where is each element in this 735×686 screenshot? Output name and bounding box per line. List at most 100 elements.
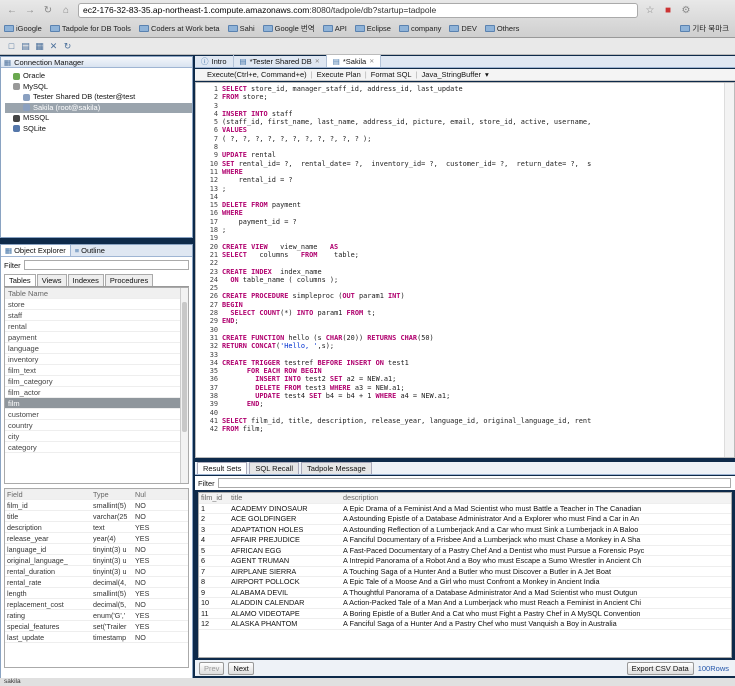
toolbar-action[interactable]: Format SQL: [369, 70, 414, 79]
table-list-item[interactable]: inventory: [5, 354, 188, 365]
result-row[interactable]: 5 AFRICAN EGG A Fast-Paced Documentary of …: [199, 546, 731, 556]
field-row[interactable]: length smallint(5) YES: [5, 588, 188, 599]
field-row[interactable]: original_language_ tinyint(3) u YES: [5, 555, 188, 566]
toolbar-action[interactable]: Execute Plan: [315, 70, 363, 79]
export-csv-button[interactable]: Export CSV Data: [626, 661, 694, 675]
tab-object-explorer[interactable]: ▦ Object Explorer: [1, 245, 71, 256]
layout-icon[interactable]: ▤: [20, 41, 31, 52]
url-path: :8080/tadpole/db?startup=tadpole: [309, 5, 437, 15]
result-tab[interactable]: Tadpole Message: [301, 462, 372, 474]
bookmark-item[interactable]: Tadpole for DB Tools: [49, 24, 131, 33]
chevron-down-icon[interactable]: ▾: [483, 70, 491, 79]
extension-icon[interactable]: ■: [662, 4, 674, 16]
tab-outline[interactable]: ≡ Outline: [71, 245, 109, 256]
field-row[interactable]: replacement_cost decimal(5, NO: [5, 599, 188, 610]
table-list-item[interactable]: country: [5, 420, 188, 431]
tab-views[interactable]: Views: [36, 274, 67, 286]
bookmark-item[interactable]: Coders at Work beta: [138, 24, 220, 33]
url-bar[interactable]: ec2-176-32-83-35.ap-northeast-1.compute.…: [78, 2, 638, 18]
bookmark-label: Coders at Work beta: [150, 24, 220, 33]
result-tab[interactable]: Result Sets: [197, 462, 248, 474]
close-icon[interactable]: ✕: [48, 41, 59, 52]
field-row[interactable]: description text YES: [5, 522, 188, 533]
table-list-item[interactable]: staff: [5, 310, 188, 321]
connection-tree-item[interactable]: MySQL: [5, 82, 192, 93]
filter-input[interactable]: [23, 260, 189, 270]
table-icon[interactable]: ▦: [34, 41, 45, 52]
table-list-scroll-thumb[interactable]: [182, 302, 187, 432]
tab-indexes[interactable]: Indexes: [67, 274, 104, 286]
home-icon[interactable]: ⌂: [60, 4, 72, 16]
field-row[interactable]: release_year year(4) YES: [5, 533, 188, 544]
field-table-rows: film_id smallint(5) NO title varchar(25 NO des…: [5, 500, 188, 643]
bookmark-item[interactable]: Google 번역: [262, 23, 315, 34]
bookmark-item[interactable]: Eclipse: [354, 24, 391, 33]
editor-tab[interactable]: ▤ *Tester Shared DB ✕: [234, 55, 327, 67]
reload-icon[interactable]: ↻: [42, 4, 54, 16]
connection-tree-item[interactable]: Oracle: [5, 71, 192, 82]
connection-tree-item[interactable]: Sakila (root@sakila): [5, 102, 192, 113]
forward-icon[interactable]: →: [24, 4, 36, 16]
connection-tree-item[interactable]: MSSQL: [5, 113, 192, 124]
result-filter-input[interactable]: [217, 478, 731, 488]
tab-procedures[interactable]: Procedures: [104, 274, 154, 286]
result-row[interactable]: 6 AGENT TRUMAN A Intrepid Panorama of a Ro…: [199, 556, 731, 567]
result-row[interactable]: 1 ACADEMY DINOSAUR A Epic Drama of a Femin…: [199, 504, 731, 514]
string-format-dropdown[interactable]: Java_StringBuffer: [420, 70, 483, 79]
table-list-item[interactable]: store: [5, 299, 188, 310]
connection-tree-item[interactable]: SQLite: [5, 124, 192, 135]
field-row[interactable]: special_features set('Trailer YES: [5, 621, 188, 632]
field-row[interactable]: title varchar(25 NO: [5, 511, 188, 522]
result-row[interactable]: 9 ALABAMA DEVIL A Thoughtful Panorama of a…: [199, 588, 731, 598]
table-list-item[interactable]: film_category: [5, 376, 188, 387]
tab-tables[interactable]: Tables: [4, 274, 36, 286]
table-list-item[interactable]: customer: [5, 409, 188, 420]
wrench-icon[interactable]: ⚙: [680, 4, 692, 16]
result-row[interactable]: 10 ALADDIN CALENDAR A Action-Packed Tale o…: [199, 598, 731, 609]
result-row[interactable]: 7 AIRPLANE SIERRA A Touching Saga of a Hun…: [199, 567, 731, 577]
other-bookmarks[interactable]: 기타 북마크: [680, 23, 729, 34]
result-row[interactable]: 2 ACE GOLDFINGER A Astounding Epistle of a…: [199, 514, 731, 525]
table-list-item[interactable]: film_actor: [5, 387, 188, 398]
field-row[interactable]: rating enum('G',' YES: [5, 610, 188, 621]
bookmark-item[interactable]: Others: [484, 24, 519, 33]
back-icon[interactable]: ←: [6, 4, 18, 16]
bookmark-item[interactable]: DEV: [449, 24, 477, 33]
editor-tab[interactable]: ▤ *Sakila ✕: [326, 55, 382, 67]
result-tab[interactable]: SQL Recall: [249, 462, 300, 474]
table-list-item[interactable]: rental: [5, 321, 188, 332]
connect-icon[interactable]: □: [6, 41, 17, 52]
result-row[interactable]: 3 ADAPTATION HOLES A Astounding Reflection…: [199, 525, 731, 535]
field-row[interactable]: language_id tinyint(3) u NO: [5, 544, 188, 555]
close-icon[interactable]: ✕: [369, 58, 374, 65]
star-icon[interactable]: ☆: [644, 4, 656, 16]
result-row[interactable]: 8 AIRPORT POLLOCK A Epic Tale of a Moose A…: [199, 577, 731, 588]
sql-editor[interactable]: 1 SELECT store_id, manager_staff_id, addr…: [195, 82, 735, 458]
refresh-icon[interactable]: ↻: [62, 41, 73, 52]
field-row[interactable]: last_update timestamp NO: [5, 632, 188, 643]
next-button[interactable]: Next: [228, 661, 254, 675]
result-row[interactable]: 12 ALASKA PHANTOM A Fanciful Saga of a Hun…: [199, 619, 731, 630]
editor-tab[interactable]: ⓘ Intro: [195, 55, 234, 67]
field-row[interactable]: rental_rate decimal(4, NO: [5, 577, 188, 588]
close-icon[interactable]: ✕: [315, 58, 320, 65]
field-row[interactable]: film_id smallint(5) NO: [5, 500, 188, 511]
result-row[interactable]: 11 ALAMO VIDEOTAPE A Boring Epistle of a B…: [199, 609, 731, 619]
table-list-item[interactable]: film: [5, 398, 188, 409]
table-list-item[interactable]: payment: [5, 332, 188, 343]
table-list-item[interactable]: film_text: [5, 365, 188, 376]
table-list-scrollbar[interactable]: [180, 288, 188, 483]
bookmark-item[interactable]: company: [398, 24, 441, 33]
connection-tree-item[interactable]: Tester Shared DB (tester@test: [5, 92, 192, 103]
table-list-item[interactable]: city: [5, 431, 188, 442]
bookmark-item[interactable]: Sahi: [227, 24, 255, 33]
field-row[interactable]: rental_duration tinyint(3) u NO: [5, 566, 188, 577]
toolbar-action[interactable]: Execute(Ctrl+e, Command+e): [205, 70, 309, 79]
prev-button[interactable]: Prev: [199, 661, 225, 675]
bookmark-item[interactable]: iGoogle: [4, 24, 42, 33]
table-list-item[interactable]: language: [5, 343, 188, 354]
result-row[interactable]: 4 AFFAIR PREJUDICE A Fanciful Documentary …: [199, 535, 731, 546]
editor-scrollbar[interactable]: [724, 83, 734, 457]
table-list-item[interactable]: category: [5, 442, 188, 453]
bookmark-item[interactable]: API: [322, 24, 347, 33]
